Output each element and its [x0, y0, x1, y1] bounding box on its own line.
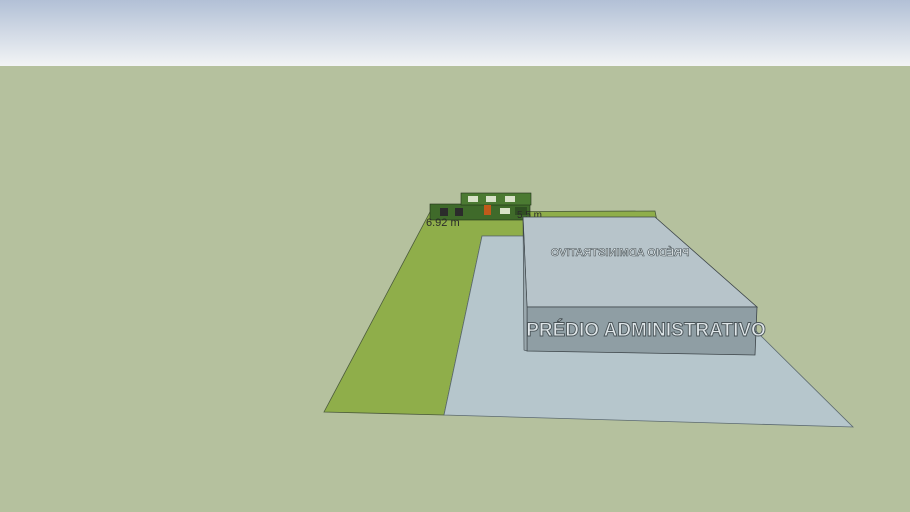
building-roof-label: PRÉDIO ADMINISTRATIVO: [550, 246, 689, 259]
3d-viewport[interactable]: 6.92 m 5.5 m PRÉDIO ADMINISTRATIVO PRÉDI…: [0, 0, 910, 512]
building-front-label: PRÉDIO ADMINISTRATIVO: [526, 319, 766, 341]
sky: [0, 0, 910, 66]
dimension-label-1: 6.92 m: [426, 217, 460, 229]
scene-canvas[interactable]: 6.92 m 5.5 m PRÉDIO ADMINISTRATIVO PRÉDI…: [0, 0, 910, 512]
